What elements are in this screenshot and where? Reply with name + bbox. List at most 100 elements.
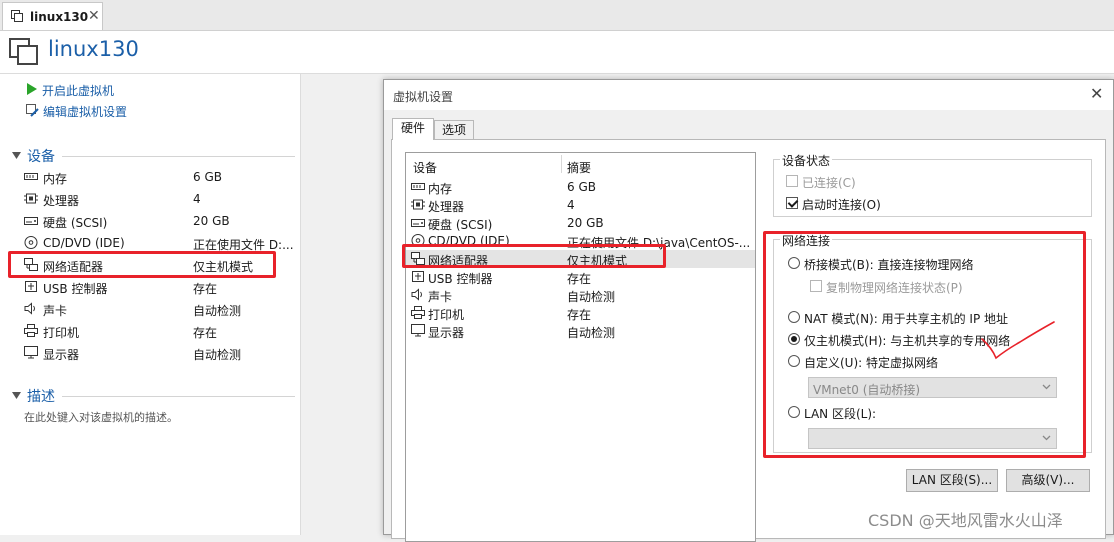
tab-strip: linux130 ✕: [0, 0, 1114, 31]
connected-checkbox[interactable]: [786, 175, 798, 187]
column-header-device[interactable]: 设备: [413, 159, 437, 176]
column-header-summary[interactable]: 摘要: [567, 159, 591, 176]
list-item-harddisk[interactable]: 硬盘 (SCSI) 20 GB: [406, 214, 755, 232]
left-panel: 开启此虚拟机 编辑虚拟机设置 设备 内存 6 GB 处理器 4 硬盘 (SCSI…: [0, 74, 300, 535]
device-row-display[interactable]: 显示器 自动检测: [24, 342, 294, 364]
power-on-link[interactable]: 开启此虚拟机: [26, 81, 156, 99]
device-value: 存在: [567, 272, 592, 286]
device-row-cpu[interactable]: 处理器 4: [24, 188, 294, 210]
advanced-button[interactable]: 高级(V)...: [1006, 469, 1090, 492]
collapse-triangle-icon: [12, 392, 21, 399]
memory-icon: [411, 183, 425, 190]
tab-label: linux130: [30, 10, 89, 24]
page-title: linux130: [48, 37, 139, 61]
sound-icon: [411, 288, 422, 301]
harddisk-icon: [411, 219, 425, 227]
list-item-memory[interactable]: 内存 6 GB: [406, 178, 755, 196]
device-name: USB 控制器: [428, 272, 493, 286]
device-name: 处理器: [428, 200, 465, 214]
device-row-memory[interactable]: 内存 6 GB: [24, 166, 294, 188]
edit-settings-label: 编辑虚拟机设置: [43, 105, 128, 119]
memory-icon: [24, 173, 38, 180]
edit-settings-icon: [26, 104, 39, 117]
tab-close-icon[interactable]: ✕: [88, 8, 100, 24]
connect-at-power-on-checkbox[interactable]: [786, 197, 798, 209]
vm-settings-dialog: 虚拟机设置 ✕ 硬件 选项 设备 摘要 内存 6 GB 处理器 4 硬盘 (SC…: [383, 79, 1114, 542]
highlight-box-network-list: [402, 244, 666, 268]
device-name: 打印机: [43, 326, 80, 340]
section-divider: [62, 396, 295, 397]
printer-icon: [411, 306, 425, 319]
connect-at-power-on-label: 启动时连接(O): [802, 198, 881, 212]
description-placeholder[interactable]: 在此处键入对该虚拟机的描述。: [24, 409, 178, 425]
devices-section-label: 设备: [27, 149, 55, 165]
harddisk-icon: [24, 217, 38, 225]
device-name: 显示器: [428, 326, 465, 340]
list-item-usb[interactable]: USB 控制器 存在: [406, 268, 755, 286]
power-on-label: 开启此虚拟机: [42, 84, 115, 98]
printer-icon: [24, 324, 38, 337]
device-value: 自动检测: [193, 304, 242, 318]
collapse-triangle-icon: [12, 152, 21, 159]
hand-drawn-check-mark: [981, 321, 1055, 360]
list-item-sound[interactable]: 声卡 自动检测: [406, 286, 755, 304]
device-value: 存在: [567, 308, 592, 322]
device-value: 20 GB: [193, 214, 230, 228]
device-name: 硬盘 (SCSI): [428, 218, 493, 232]
device-row-usb[interactable]: USB 控制器 存在: [24, 276, 294, 298]
device-value: 存在: [193, 326, 218, 340]
vm-large-icon: [9, 38, 38, 65]
display-icon: [24, 346, 38, 359]
device-name: 打印机: [428, 308, 465, 322]
display-icon: [411, 324, 425, 337]
edit-settings-link[interactable]: 编辑虚拟机设置: [26, 102, 156, 120]
device-value: 20 GB: [567, 216, 604, 230]
device-row-printer[interactable]: 打印机 存在: [24, 320, 294, 342]
highlight-box-network-left: [8, 251, 276, 278]
cpu-icon: [24, 193, 38, 204]
watermark: CSDN @天地风雷水火山泽: [868, 511, 1063, 530]
dialog-title-bar: 虚拟机设置 ✕: [384, 80, 1113, 110]
device-value: 自动检测: [193, 348, 242, 362]
vm-title-bar: linux130: [0, 31, 1114, 74]
device-name: 内存: [428, 182, 453, 196]
lan-segments-button[interactable]: LAN 区段(S)...: [906, 469, 998, 492]
panel-divider: [300, 74, 301, 535]
device-row-sound[interactable]: 声卡 自动检测: [24, 298, 294, 320]
cpu-icon: [411, 199, 425, 210]
usb-icon: [412, 271, 424, 282]
tab-linux130[interactable]: linux130 ✕: [2, 2, 103, 30]
device-value: 存在: [193, 282, 218, 296]
device-value: 6 GB: [193, 170, 222, 184]
device-name: 内存: [43, 172, 68, 186]
device-status-legend: 设备状态: [780, 152, 833, 169]
vm-icon: [11, 10, 23, 22]
device-row-harddisk[interactable]: 硬盘 (SCSI) 20 GB: [24, 210, 294, 232]
connected-label: 已连接(C): [802, 176, 856, 190]
section-divider: [62, 156, 295, 157]
dialog-close-icon[interactable]: ✕: [1090, 84, 1103, 103]
device-value: 自动检测: [567, 326, 616, 340]
column-separator: [561, 155, 562, 173]
list-item-display[interactable]: 显示器 自动检测: [406, 322, 755, 340]
device-name: 声卡: [43, 304, 68, 318]
tab-hardware[interactable]: 硬件: [392, 118, 434, 140]
device-value: 4: [193, 192, 201, 206]
device-name: 处理器: [43, 194, 80, 208]
device-name: CD/DVD (IDE): [43, 236, 125, 250]
device-name: USB 控制器: [43, 282, 108, 296]
cdrom-icon: [24, 236, 38, 249]
device-name: 硬盘 (SCSI): [43, 216, 108, 230]
tab-options[interactable]: 选项: [434, 120, 474, 140]
device-value: 4: [567, 198, 575, 212]
dialog-title: 虚拟机设置: [393, 90, 454, 104]
device-status-group: 设备状态 已连接(C) 启动时连接(O): [773, 152, 1092, 217]
device-list[interactable]: 设备 摘要 内存 6 GB 处理器 4 硬盘 (SCSI) 20 GB CD/D…: [405, 152, 756, 542]
play-icon: [27, 83, 37, 95]
list-item-printer[interactable]: 打印机 存在: [406, 304, 755, 322]
device-value: 6 GB: [567, 180, 596, 194]
usb-icon: [25, 281, 37, 292]
list-item-cpu[interactable]: 处理器 4: [406, 196, 755, 214]
sound-icon: [24, 302, 35, 315]
device-name: 声卡: [428, 290, 453, 304]
